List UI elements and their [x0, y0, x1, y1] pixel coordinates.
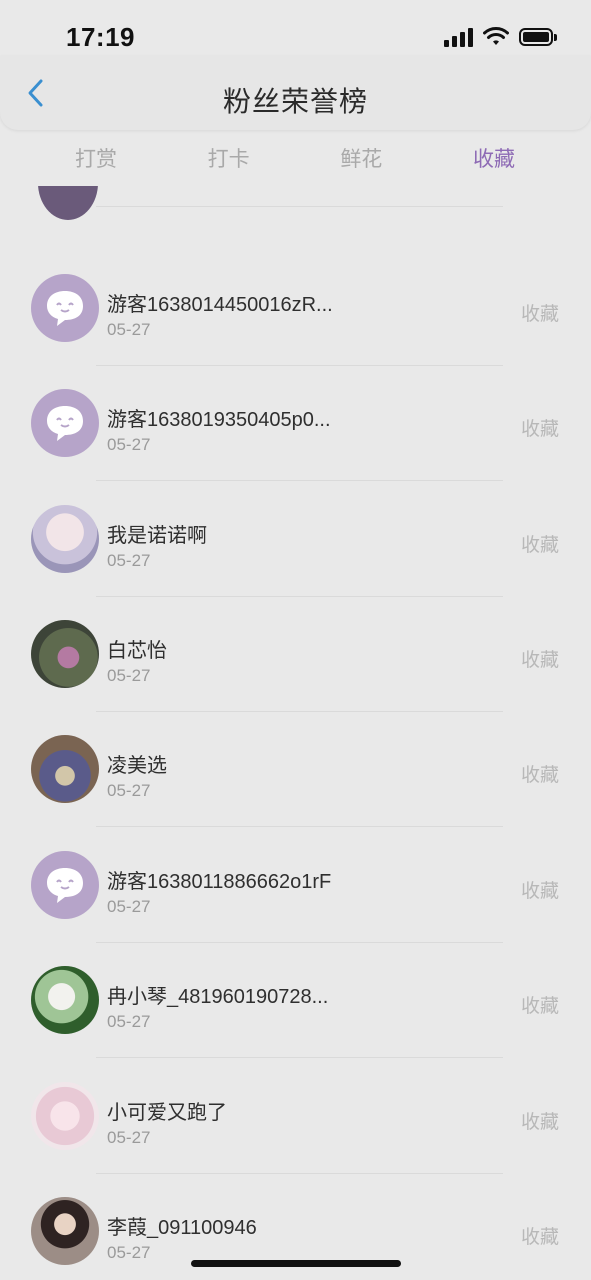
list-item[interactable]: 我是诺诺啊 05-27 收藏: [0, 482, 591, 597]
tab-flowers[interactable]: 鲜花: [295, 143, 427, 177]
fan-date: 05-27: [107, 435, 151, 454]
list-item[interactable]: 凌美选 05-27 收藏: [0, 712, 591, 827]
battery-icon: [519, 28, 557, 46]
action-label: 收藏: [520, 765, 559, 786]
fan-date: 05-27: [107, 551, 151, 570]
fan-name: 白芯怡: [107, 640, 167, 662]
fan-date: 05-27: [107, 1012, 151, 1031]
fan-name: 我是诺诺啊: [107, 525, 207, 547]
list-item[interactable]: 冉小琴_481960190728... 05-27 收藏: [0, 943, 591, 1058]
tab-bar: 打赏 打卡 鲜花 收藏: [30, 143, 560, 177]
avatar: [38, 186, 98, 220]
fan-date: 05-27: [107, 666, 151, 685]
list-item[interactable]: 小可爱又跑了 05-27 收藏: [0, 1059, 591, 1174]
fan-date: 05-27: [107, 320, 151, 339]
tab-favorites[interactable]: 收藏: [428, 143, 560, 177]
fan-name: 游客1638011886662o1rF: [107, 871, 332, 893]
guest-chat-icon: [31, 274, 99, 342]
divider: [96, 480, 503, 481]
action-label: 收藏: [520, 881, 559, 902]
avatar: [31, 966, 99, 1034]
divider: [96, 826, 503, 827]
fan-name: 凌美选: [107, 755, 167, 777]
action-label: 收藏: [520, 1112, 559, 1133]
nav-header: 粉丝荣誉榜: [0, 56, 591, 130]
avatar: [31, 620, 99, 688]
guest-chat-icon: [31, 389, 99, 457]
action-label: 收藏: [520, 650, 559, 671]
avatar: [31, 505, 99, 573]
divider: [96, 1057, 503, 1058]
fan-name: 李葭_091100946: [107, 1217, 257, 1239]
fan-date: 05-27: [107, 1128, 151, 1147]
fan-name: 冉小琴_481960190728...: [107, 986, 329, 1008]
tab-reward[interactable]: 打赏: [30, 143, 162, 177]
list-item[interactable]: 游客1638011886662o1rF 05-27 收藏: [0, 828, 591, 943]
action-label: 收藏: [520, 996, 559, 1017]
status-time: 17:19: [66, 22, 135, 52]
fan-list[interactable]: 游客1638014450016zR... 05-27 收藏 游客16380193…: [0, 186, 591, 1280]
cellular-signal-icon: [444, 27, 473, 47]
avatar: [31, 1197, 99, 1265]
action-label: 收藏: [520, 535, 559, 556]
tab-checkin[interactable]: 打卡: [163, 143, 295, 177]
action-label: 收藏: [520, 1227, 559, 1248]
fan-name: 游客1638014450016zR...: [107, 294, 333, 316]
status-bar: 17:19: [0, 0, 591, 56]
guest-chat-icon: [31, 851, 99, 919]
page-title: 粉丝荣誉榜: [222, 86, 368, 117]
avatar: [31, 735, 99, 803]
action-label: 收藏: [520, 419, 559, 440]
avatar: [31, 1082, 99, 1150]
status-icons: [444, 27, 557, 47]
divider: [96, 206, 503, 207]
home-indicator[interactable]: [191, 1260, 401, 1267]
fan-date: 05-27: [107, 781, 151, 800]
fan-date: 05-27: [107, 897, 151, 916]
list-item[interactable]: 白芯怡 05-27 收藏: [0, 597, 591, 712]
list-item[interactable]: 游客1638019350405p0... 05-27 收藏: [0, 366, 591, 481]
fan-date: 05-27: [107, 1243, 151, 1262]
fan-name: 游客1638019350405p0...: [107, 409, 331, 431]
action-label: 收藏: [520, 304, 559, 325]
list-item[interactable]: 游客1638014450016zR... 05-27 收藏: [0, 251, 591, 366]
wifi-icon: [483, 27, 509, 45]
fan-name: 小可爱又跑了: [107, 1102, 227, 1124]
